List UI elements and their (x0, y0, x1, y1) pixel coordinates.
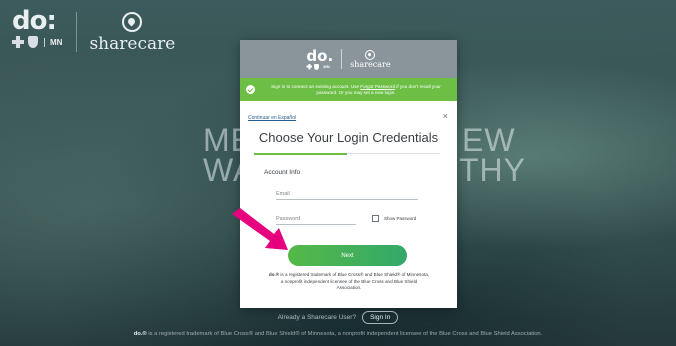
modal-sharecare-wordmark: sharecare (350, 59, 391, 69)
brand-divider (76, 12, 78, 52)
modal-title: Choose Your Login Credentials (258, 130, 439, 145)
login-modal: do. MN sharecare Sign in to connect an e… (240, 40, 457, 308)
trademark-notice: do.® is a registered trademark of Blue C… (268, 272, 430, 290)
modal-blue-shield-icon (314, 63, 320, 70)
sharecare-wordmark: sharecare (89, 34, 176, 54)
modal-header: do. MN sharecare (240, 40, 457, 78)
modal-sharecare-heart-icon (365, 49, 376, 60)
progress-fill (254, 153, 347, 155)
progress-track (254, 153, 440, 155)
sharecare-heart-icon (122, 12, 143, 32)
mn-label: MN (44, 37, 62, 47)
check-circle-icon (246, 85, 255, 94)
info-banner: Sign in to connect an existing account. … (240, 78, 457, 101)
modal-mn-label: MN (323, 64, 330, 69)
pink-pointer-arrow-icon (232, 208, 288, 250)
banner-text: Sign in to connect an existing account. … (271, 83, 441, 95)
sign-in-button[interactable]: Sign In (362, 311, 399, 324)
blue-shield-icon (28, 36, 38, 48)
do-logo: do: MN (12, 6, 63, 48)
email-field[interactable] (276, 188, 418, 200)
show-password-label: Show Password (384, 216, 417, 221)
footer-trademark: do.® is a registered trademark of Blue C… (133, 331, 543, 337)
existing-user-row: Already a Sharecare User? Sign In (0, 311, 676, 324)
account-info-label: Account Info (264, 169, 301, 176)
blue-cross-icon (12, 36, 24, 48)
close-icon[interactable]: × (443, 112, 448, 121)
already-user-text: Already a Sharecare User? (277, 314, 357, 321)
hero-text-line2-right: THY (459, 152, 526, 188)
show-password-checkbox[interactable] (372, 215, 379, 222)
brand-logo: do: MN sharecare (12, 8, 175, 54)
modal-do-text: do. (306, 46, 334, 65)
modal-do-logo: do. MN (306, 46, 334, 70)
show-password-toggle[interactable]: Show Password (372, 215, 416, 222)
modal-brand-divider (341, 49, 343, 69)
next-button[interactable]: Next (288, 245, 407, 266)
do-logo-text: do (12, 6, 47, 36)
modal-sharecare-logo: sharecare (350, 49, 391, 69)
sharecare-logo: sharecare (89, 12, 175, 54)
forgot-password-link[interactable]: Forgot Password (360, 84, 395, 89)
spanish-language-link[interactable]: Continuar en Español (248, 115, 296, 121)
